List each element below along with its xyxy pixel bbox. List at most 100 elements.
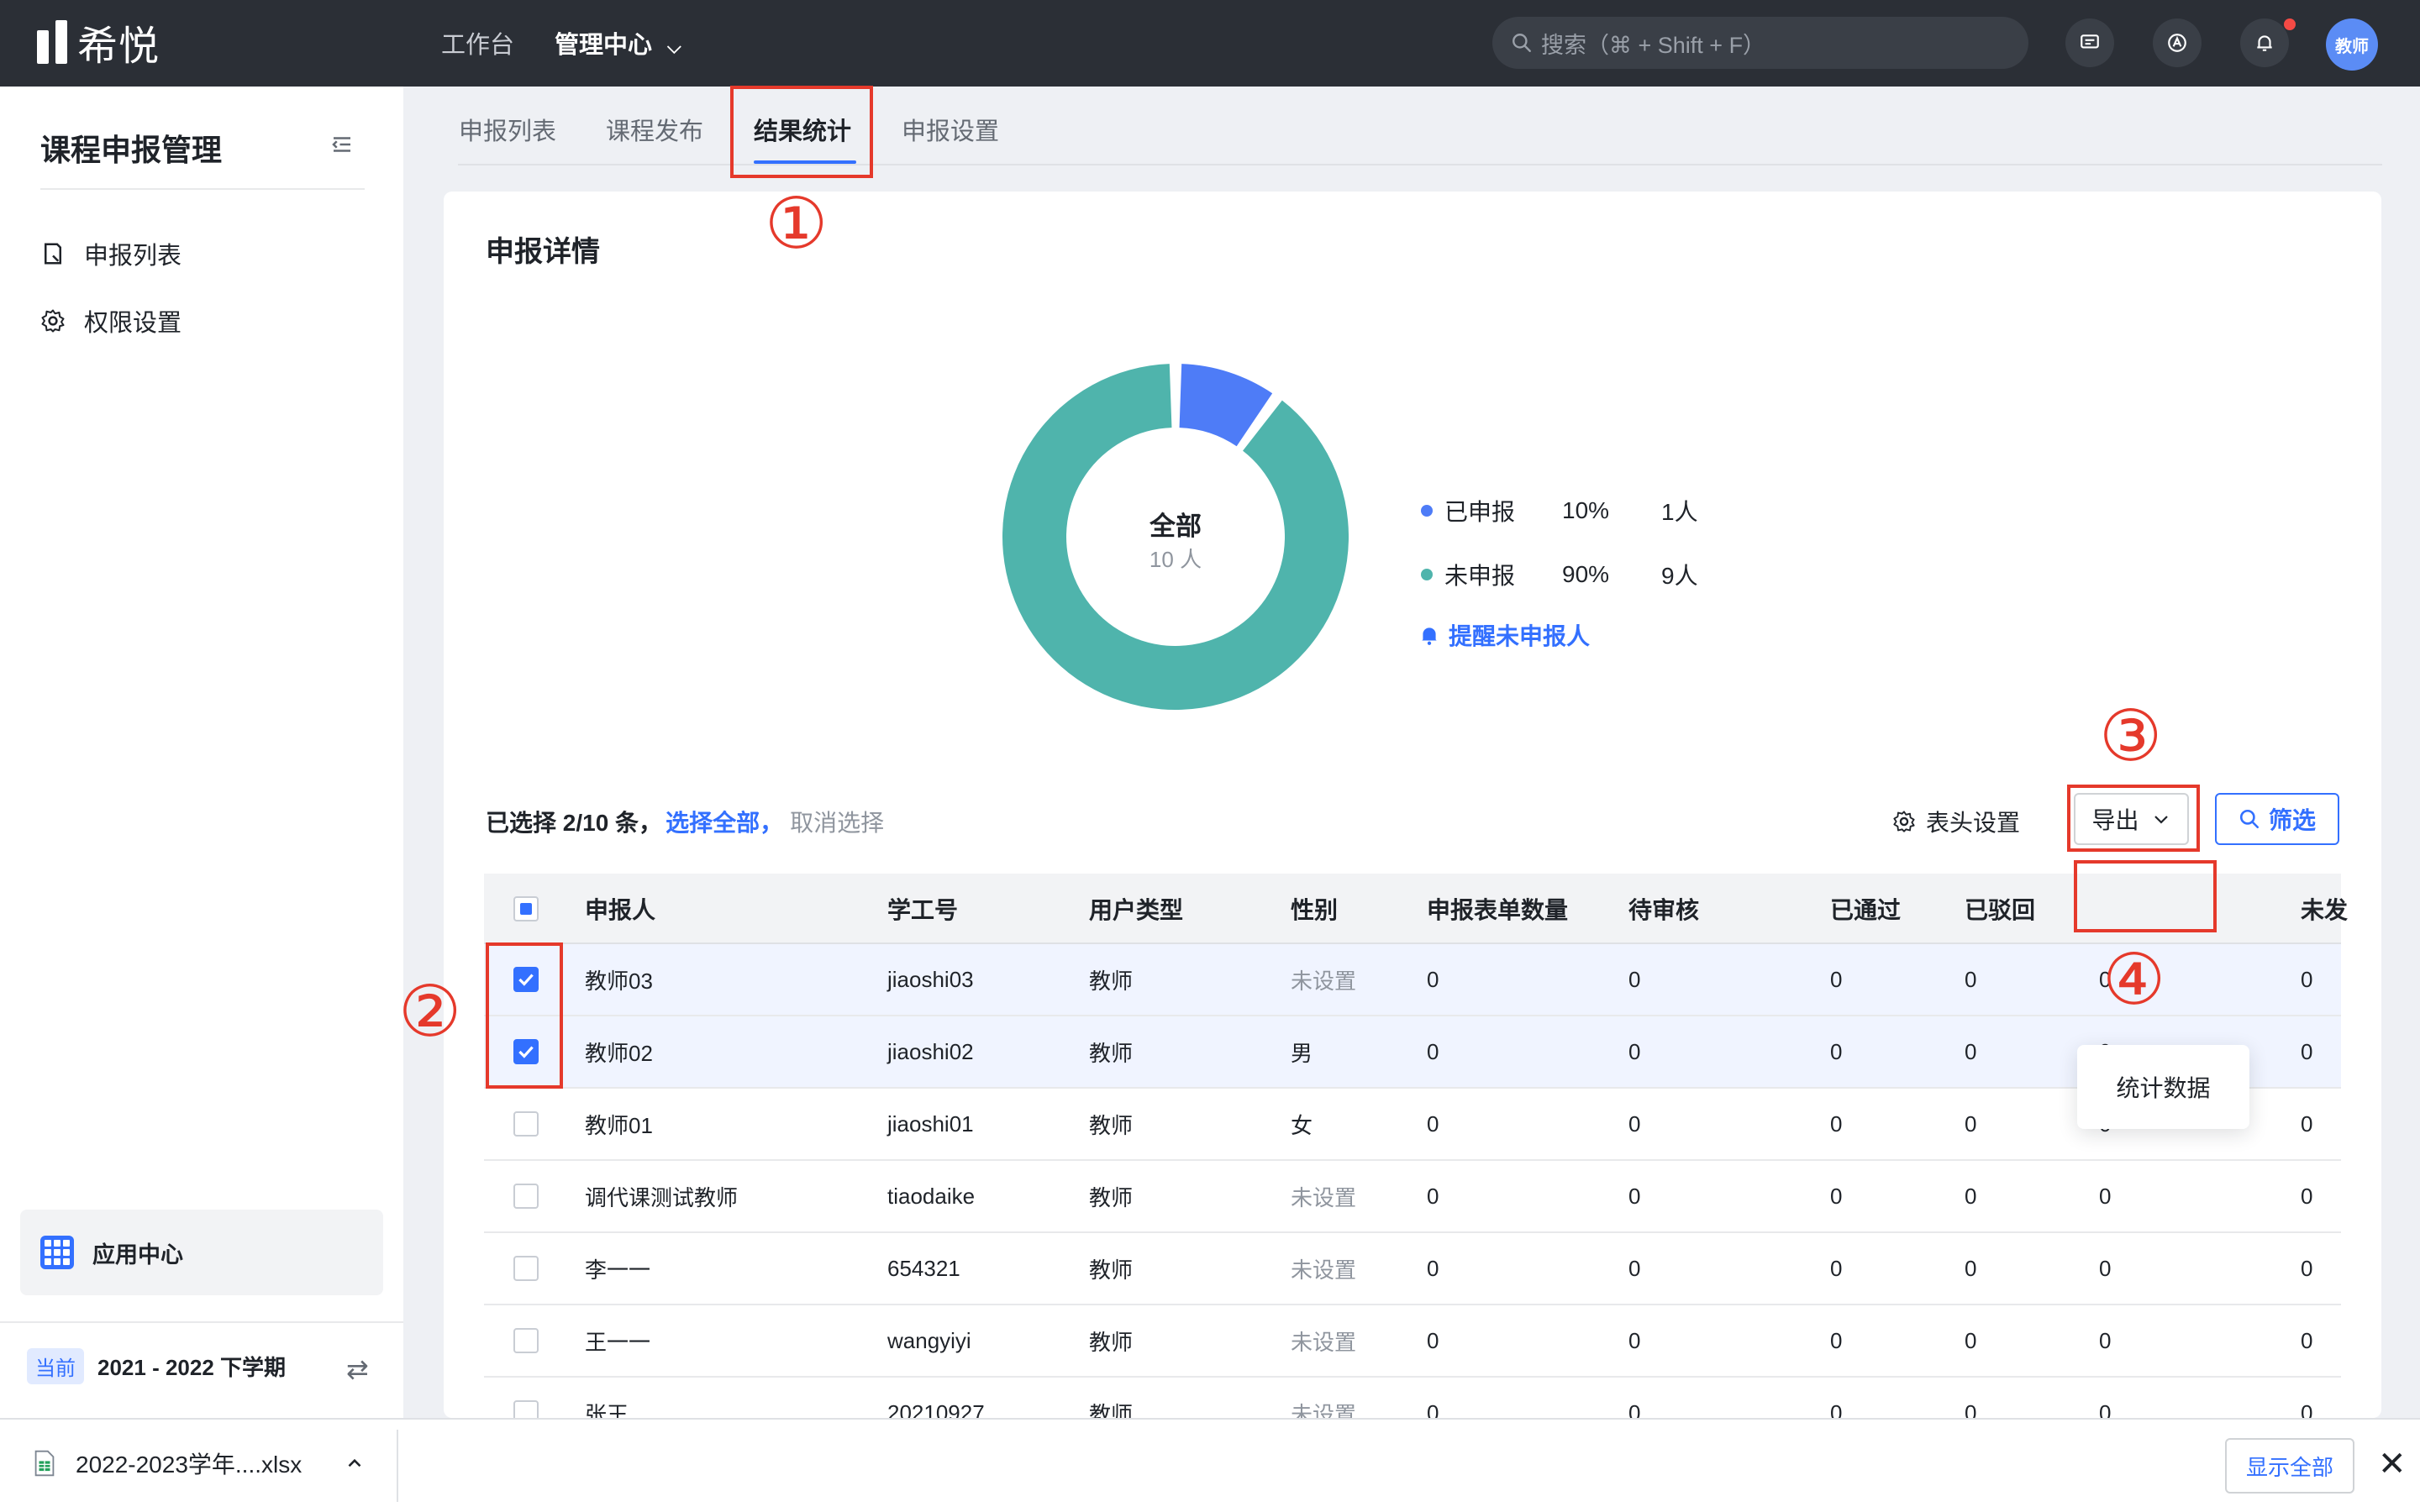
table-cell: 0 (2301, 1038, 2313, 1064)
nav-workbench[interactable]: 工作台 (441, 25, 514, 60)
header-settings-button[interactable]: 表头设置 (1892, 805, 2020, 838)
table-cell: 0 (1427, 1327, 1439, 1353)
nav-admin-center[interactable]: 管理中心 ⌵ (555, 25, 681, 60)
sidebar-item-label: 申报列表 (84, 243, 182, 270)
table-row[interactable]: 李一一 654321 教师 未设置 0 0 0 0 0 0 (484, 1233, 2341, 1305)
table-cell: 教师 (1089, 1040, 1134, 1066)
download-bar-divider (397, 1430, 398, 1502)
logo-text: 希悦 (77, 24, 160, 69)
avatar[interactable]: 教师 (2326, 18, 2378, 71)
checkbox (513, 1328, 539, 1353)
donut-center-label: 全部 (1149, 512, 1202, 541)
table-cell: 0 (1830, 1110, 1843, 1137)
table-cell: 调代课测试教师 (585, 1184, 739, 1210)
collapse-sidebar-icon[interactable] (329, 132, 355, 157)
table-row[interactable]: 张王 20210927 教师 未设置 0 0 0 0 0 0 (484, 1378, 2341, 1418)
current-term: 当前 2021 - 2022 下学期 (27, 1348, 286, 1384)
table-row[interactable]: 王一一 wangyiyi 教师 未设置 0 0 0 0 0 0 (484, 1305, 2341, 1378)
annotation-number-2: ② (398, 970, 462, 1053)
top-bar: 希悦 工作台 管理中心 ⌵ 搜索（⌘ + Shift + F） 教师 (0, 0, 2420, 87)
column-header: 申报人 (585, 897, 656, 923)
table-cell: 0 (1830, 1038, 1843, 1064)
sidebar-title: 课程申报管理 (40, 133, 223, 167)
table-cell: 0 (1427, 1399, 1439, 1419)
notification-dot (2284, 18, 2296, 30)
legend-item-undeclared: 未申报 90% 9人 (1421, 558, 1698, 591)
table-cell: 0 (1965, 1038, 1977, 1064)
table-cell: 0 (2301, 1255, 2313, 1281)
table-cell: tiaodaike (887, 1183, 976, 1209)
switch-term-icon[interactable]: ⇄ (346, 1353, 369, 1385)
table-cell: 0 (1628, 1399, 1641, 1419)
filter-button[interactable]: 筛选 (2215, 793, 2339, 845)
row-checkbox[interactable] (513, 1089, 539, 1159)
table-cell: 0 (1628, 1038, 1641, 1064)
legend-dot (1421, 569, 1433, 580)
checkbox (513, 1111, 539, 1137)
chevron-up-icon[interactable] (344, 1452, 366, 1474)
row-checkbox[interactable] (513, 1161, 539, 1231)
sidebar-item-declaration-list[interactable]: 申报列表 (40, 236, 182, 271)
table-cell: 教师01 (585, 1112, 653, 1138)
table-header: 申报人 学工号 用户类型 性别 申报表单数量 待审核 已通过 已驳回 未发 (484, 874, 2348, 944)
select-all-link[interactable]: 选择全部， (666, 805, 783, 838)
sidebar: 课程申报管理 申报列表 权限设置 应用中心 当前 2021 - 2022 下学期… (0, 87, 403, 1418)
row-checkbox[interactable] (513, 1378, 539, 1418)
table-cell: 20210927 (887, 1399, 985, 1419)
table-cell: 未设置 (1291, 1184, 1357, 1210)
remind-undeclared-button[interactable]: 提醒未申报人 (1418, 618, 1590, 652)
table-cell: 0 (1628, 1327, 1641, 1353)
table-row[interactable]: 教师03 jiaoshi03 教师 未设置 0 0 0 0 0 0 (484, 944, 2341, 1016)
annotation-box-checkboxes (486, 942, 563, 1089)
table-cell: 0 (1628, 966, 1641, 992)
table-row[interactable]: 教师01jiaoshi01教师女000000 (484, 1089, 2341, 1161)
table-cell: 未设置 (1291, 1329, 1357, 1355)
table-cell: 0 (1965, 1255, 1977, 1281)
table-cell: 0 (1427, 966, 1439, 992)
table-cell: 0 (1628, 1255, 1641, 1281)
annotation-number-1: ① (765, 182, 829, 265)
table-cell: 0 (1427, 1255, 1439, 1281)
table-cell: jiaoshi01 (887, 1110, 974, 1137)
annotation-number-3: ③ (2099, 695, 2163, 777)
table-row[interactable]: 调代课测试教师 tiaodaike 教师 未设置 0 0 0 0 0 0 (484, 1161, 2341, 1233)
app-logo[interactable]: 希悦 (37, 17, 160, 69)
donut-chart: 全部 10 人 (1002, 364, 1349, 710)
chevron-down-icon: ⌵ (667, 36, 681, 57)
table-cell: 教师 (1089, 1184, 1134, 1210)
tab-course-publish[interactable]: 课程发布 (606, 112, 703, 147)
app-center-button[interactable]: 应用中心 (20, 1210, 383, 1295)
tab-declaration-settings[interactable]: 申报设置 (902, 112, 999, 147)
sidebar-item-permissions[interactable]: 权限设置 (40, 303, 182, 339)
legend-dot (1421, 505, 1433, 517)
select-all-checkbox[interactable] (513, 874, 539, 944)
card-title: 申报详情 (486, 236, 600, 268)
annotation-box-tab (730, 86, 873, 178)
table-cell: 0 (1427, 1183, 1439, 1209)
table-cell: 0 (2301, 1327, 2313, 1353)
table-cell: 0 (1965, 1327, 1977, 1353)
search-input[interactable]: 搜索（⌘ + Shift + F） (1492, 17, 2028, 69)
column-header: 申报表单数量 (1427, 897, 1569, 923)
table-row[interactable]: 教师02jiaoshi02教师男000000 (484, 1016, 2341, 1089)
row-checkbox[interactable] (513, 1305, 539, 1376)
legend-item-declared: 已申报 10% 1人 (1421, 494, 1698, 528)
table-cell: 0 (1830, 1327, 1843, 1353)
annotation-number-4: ④ (2102, 938, 2166, 1021)
table-cell: 女 (1291, 1112, 1313, 1138)
cancel-selection-link[interactable]: 取消选择 (790, 805, 884, 838)
show-all-downloads-button[interactable]: 显示全部 (2225, 1438, 2354, 1494)
menu-item-statistics-data[interactable]: 统计数据 (2116, 1070, 2210, 1104)
row-checkbox[interactable] (513, 1233, 539, 1304)
table-cell: 教师02 (585, 1040, 653, 1066)
app-store-icon[interactable] (2153, 18, 2202, 67)
tab-declaration-list[interactable]: 申报列表 (459, 112, 556, 147)
checkbox (513, 1400, 539, 1418)
bell-icon[interactable] (2240, 18, 2289, 67)
close-icon[interactable]: ✕ (2378, 1445, 2407, 1483)
message-icon[interactable] (2065, 18, 2114, 67)
annotation-box-export (2067, 785, 2200, 852)
table-cell: 0 (1628, 1110, 1641, 1137)
download-item[interactable]: 2022-2023学年....xlsx (34, 1446, 366, 1480)
table-cell: 未设置 (1291, 1401, 1357, 1419)
